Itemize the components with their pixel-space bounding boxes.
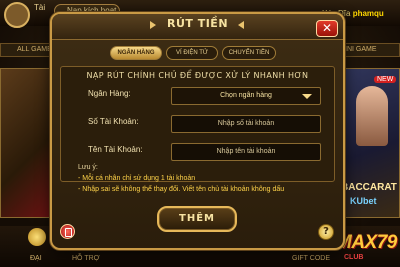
note-line: - Nhập sai sẽ không thể thay đổi. Viết t… bbox=[78, 186, 285, 193]
bottom-nav-agent[interactable]: ĐẠI bbox=[30, 255, 42, 262]
withdraw-form: NẠP RÚT CHÍNH CHỦ ĐỂ ĐƯỢC XỬ LÝ NHANH HƠ… bbox=[60, 66, 335, 182]
top-right-username: phamqu bbox=[352, 9, 384, 18]
close-button[interactable]: ✕ bbox=[316, 20, 338, 37]
notes-title: Lưu ý: bbox=[78, 164, 98, 171]
tab-transfer[interactable]: CHUYỂN TIỀN bbox=[222, 46, 276, 60]
bottom-nav-support[interactable]: HỖ TRỢ bbox=[72, 255, 100, 262]
account-name-label: Tên Tài Khoản: bbox=[88, 145, 143, 154]
title-decoration-right-icon bbox=[238, 21, 244, 29]
chevron-down-icon bbox=[302, 94, 312, 99]
note-line: - Mỗi cá nhân chỉ sử dụng 1 tài khoản bbox=[78, 175, 196, 182]
coin-icon[interactable] bbox=[28, 228, 46, 246]
brand-sub: CLUB bbox=[344, 254, 364, 261]
notice-banner: NẠP RÚT CHÍNH CHỦ ĐỂ ĐƯỢC XỬ LÝ NHANH HƠ… bbox=[86, 71, 309, 80]
new-badge: NEW bbox=[374, 76, 397, 83]
bank-select[interactable]: Chọn ngân hàng bbox=[171, 87, 321, 105]
modal-header: RÚT TIỀN ✕ bbox=[52, 14, 343, 40]
withdraw-method-tabs: NGÂN HÀNG VÍ ĐIỆN TỬ CHUYỂN TIỀN bbox=[110, 46, 276, 61]
dealer-image bbox=[356, 86, 388, 146]
help-button[interactable]: ? bbox=[318, 224, 334, 240]
account-number-label: Số Tài Khoản: bbox=[88, 117, 139, 126]
document-icon[interactable] bbox=[60, 224, 75, 239]
brand-logo: MAX79 bbox=[336, 232, 397, 253]
account-number-input[interactable]: Nhập số tài khoản bbox=[171, 115, 321, 133]
add-button[interactable]: THÊM bbox=[157, 206, 237, 232]
game-card-title: BACCARAT bbox=[341, 182, 397, 193]
tab-bank[interactable]: NGÂN HÀNG bbox=[110, 46, 162, 60]
bottom-nav-gift-code[interactable]: GIFT CODE bbox=[292, 255, 330, 262]
withdraw-modal: RÚT TIỀN ✕ NGÂN HÀNG VÍ ĐIỆN TỬ CHUYỂN T… bbox=[50, 12, 345, 250]
account-name-input[interactable]: Nhập tên tài khoản bbox=[171, 143, 321, 161]
tab-mini-game[interactable]: INI GAME bbox=[338, 43, 400, 57]
game-card-left[interactable] bbox=[0, 68, 50, 218]
tab-all-game[interactable]: ALL GAME bbox=[0, 43, 54, 57]
tab-e-wallet[interactable]: VÍ ĐIỆN TỬ bbox=[166, 46, 218, 60]
game-card-subtitle: KUbet bbox=[350, 196, 377, 206]
bank-select-value: Chọn ngân hàng bbox=[220, 92, 272, 99]
user-label: Tài bbox=[34, 3, 46, 12]
bank-label: Ngân Hàng: bbox=[88, 89, 131, 98]
avatar[interactable] bbox=[4, 2, 30, 28]
